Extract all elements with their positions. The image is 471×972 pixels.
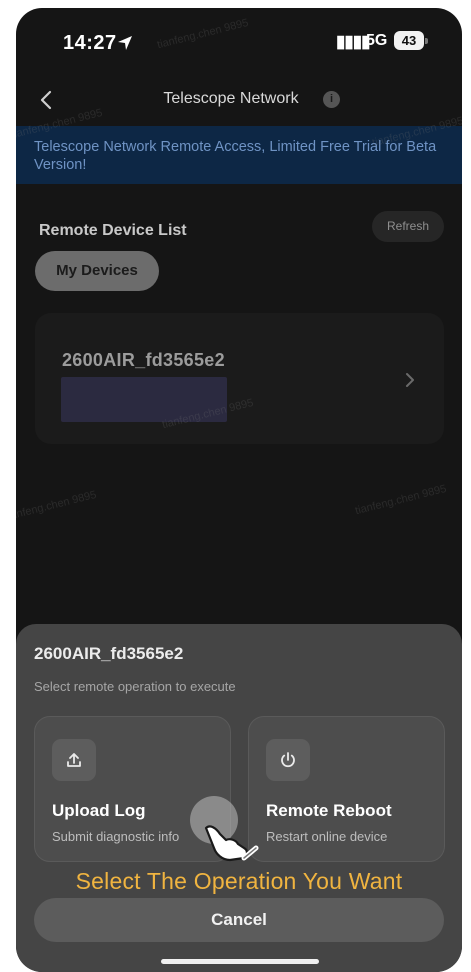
- remote-reboot-subtitle: Restart online device: [266, 829, 388, 844]
- page-title: Telescope Network: [163, 90, 299, 107]
- battery-icon: 43: [394, 31, 424, 50]
- chevron-right-icon: [406, 373, 414, 387]
- info-icon[interactable]: i: [323, 91, 340, 108]
- device-name: 2600AIR_fd3565e2: [62, 350, 225, 370]
- signal-icon: ▮▮▮▮: [336, 32, 370, 51]
- watermark: tianfeng.chen 9895: [353, 482, 448, 518]
- sheet-subtitle: Select remote operation to execute: [34, 679, 236, 694]
- network-type: 5G: [366, 32, 388, 49]
- watermark: tianfeng.chen 9895: [16, 488, 98, 524]
- upload-icon: [52, 739, 96, 781]
- sheet-title: 2600AIR_fd3565e2: [34, 644, 184, 663]
- location-arrow-icon: [118, 36, 132, 50]
- refresh-button[interactable]: Refresh: [372, 211, 444, 242]
- upload-log-title: Upload Log: [52, 801, 146, 820]
- status-time: 14:27: [63, 32, 117, 54]
- home-indicator[interactable]: [161, 959, 319, 964]
- power-icon: [266, 739, 310, 781]
- phone-screen: 14:27 ▮▮▮▮ 5G 43 Telescope Network i Tel…: [16, 8, 462, 972]
- instruction-caption: Select The Operation You Want: [75, 868, 403, 894]
- device-list-title: Remote Device List: [39, 222, 187, 239]
- operation-sheet: 2600AIR_fd3565e2 Select remote operation…: [16, 624, 462, 972]
- upload-log-subtitle: Submit diagnostic info: [52, 829, 180, 844]
- cancel-button[interactable]: Cancel: [34, 898, 444, 942]
- my-devices-chip[interactable]: My Devices: [35, 251, 159, 291]
- remote-reboot-title: Remote Reboot: [266, 801, 392, 820]
- remote-reboot-button[interactable]: Remote Reboot Restart online device: [248, 716, 445, 862]
- pointing-hand-icon: [204, 825, 259, 862]
- device-card[interactable]: 2600AIR_fd3565e2: [35, 313, 444, 444]
- battery-tip: [425, 38, 428, 44]
